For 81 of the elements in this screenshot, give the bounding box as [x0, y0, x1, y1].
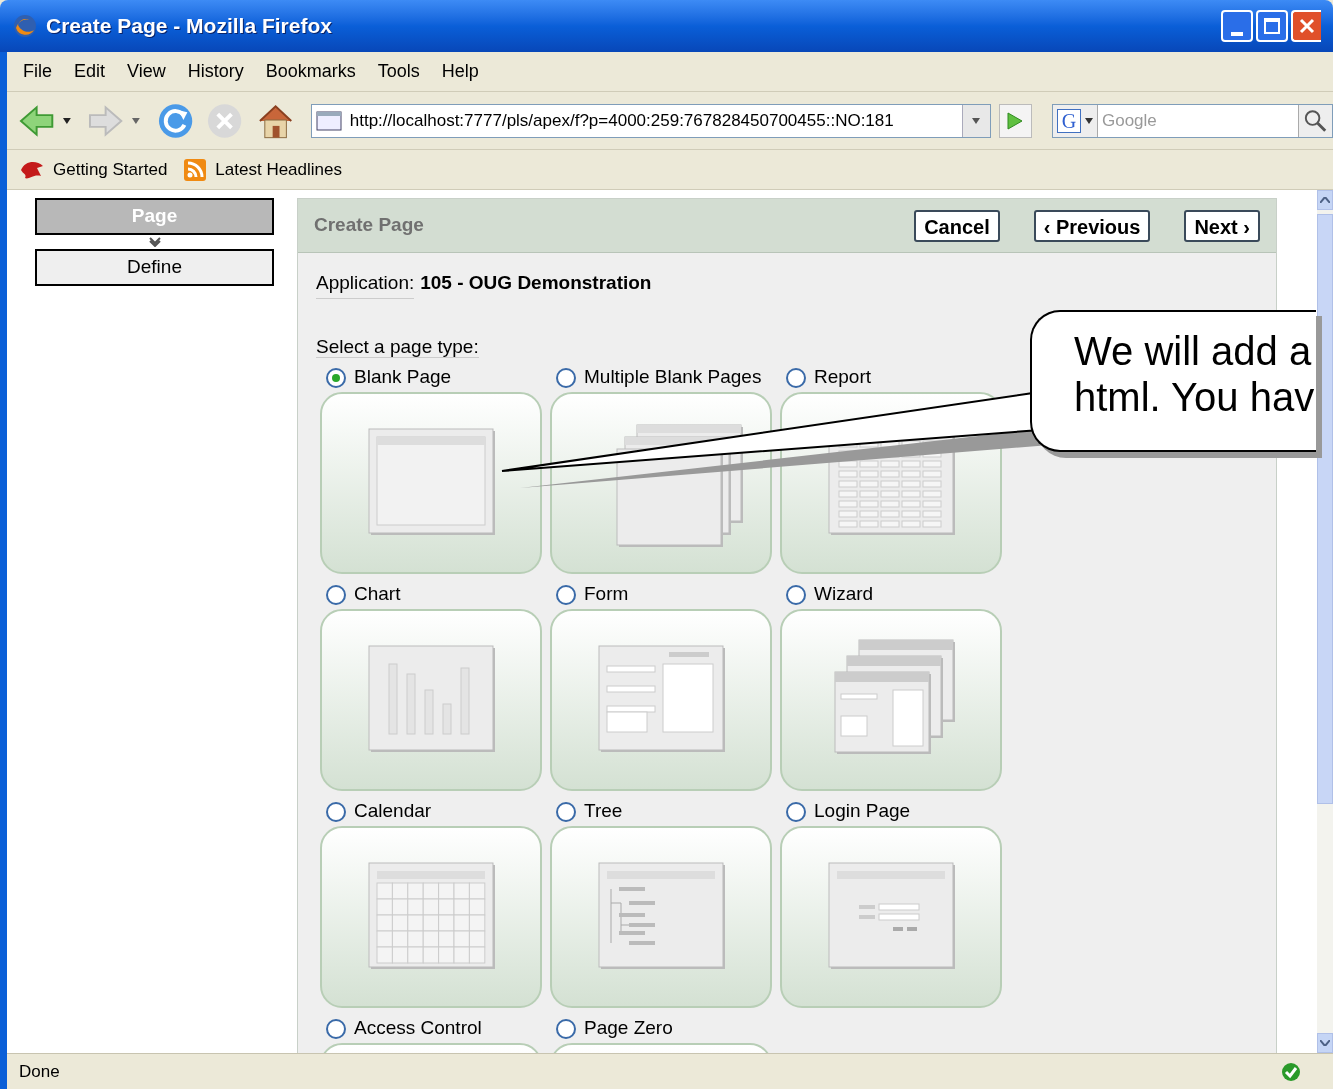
address-dropdown-button[interactable]: [961, 104, 990, 137]
status-text: Done: [19, 1060, 60, 1083]
vertical-scrollbar[interactable]: [1317, 190, 1333, 1053]
chart-bar: [388, 663, 398, 734]
radio-button[interactable]: [556, 367, 576, 388]
page-type-option[interactable]: Wizard: [780, 582, 1010, 607]
application-label: Application:: [316, 269, 415, 299]
radio-button[interactable]: [556, 584, 576, 605]
address-field[interactable]: http://localhost:7777/pls/apex/f?p=4000:259:767828450700455::NO:181: [310, 103, 991, 138]
search-icon[interactable]: [1298, 104, 1332, 137]
page-type-option[interactable]: Multiple Blank Pages: [550, 365, 780, 390]
panel-button[interactable]: ‹ Previous: [1033, 209, 1151, 242]
menu-item[interactable]: File: [23, 58, 52, 85]
page-type-tile[interactable]: [550, 825, 772, 1008]
application-name: 105 - OUG Demonstration: [420, 271, 652, 295]
page-type-option[interactable]: Access Control: [320, 1016, 550, 1041]
chart-bar: [460, 667, 470, 734]
page-type-tile[interactable]: [550, 391, 772, 574]
window-title: Create Page - Mozilla Firefox: [46, 13, 332, 40]
panel-button[interactable]: Cancel: [914, 209, 1000, 242]
caret-icon: [971, 116, 982, 125]
radio-button[interactable]: [556, 1018, 576, 1039]
maximize-button[interactable]: [1256, 10, 1288, 42]
callout-text: We will add a: [1074, 328, 1313, 374]
radio-button[interactable]: [326, 584, 346, 605]
radio-button[interactable]: [786, 584, 806, 605]
menu-item[interactable]: Help: [441, 58, 479, 85]
page-type-tile[interactable]: [320, 391, 542, 574]
radio-button[interactable]: [326, 1018, 346, 1039]
checkmark-icon: [1281, 1061, 1301, 1082]
page-type-tile[interactable]: [320, 825, 542, 1008]
callout-text: html. You hav: [1074, 374, 1316, 420]
radio-button[interactable]: [326, 801, 346, 822]
bookmark-link[interactable]: Getting Started: [53, 156, 168, 183]
chevron-down-icon: [148, 237, 161, 247]
radio-button[interactable]: [786, 367, 806, 388]
page-type-option[interactable]: Form: [550, 582, 780, 607]
page-type-tile[interactable]: [780, 608, 1002, 791]
chart-bar: [406, 673, 416, 734]
address-text: http://localhost:7777/pls/apex/f?p=4000:259:767828450700455::NO:181: [349, 109, 895, 132]
back-arrow-icon[interactable]: [19, 103, 55, 138]
search-engine-logo: G: [1057, 108, 1081, 133]
reload-icon[interactable]: [157, 101, 195, 140]
menu-item[interactable]: View: [127, 58, 166, 85]
page-type-tile[interactable]: [780, 825, 1002, 1008]
menu-item[interactable]: Bookmarks: [265, 58, 356, 85]
browser-logo-icon: [12, 13, 38, 39]
minimize-button[interactable]: [1221, 10, 1253, 42]
page-type-option[interactable]: Page Zero: [550, 1016, 780, 1041]
chart-bar: [424, 689, 434, 734]
radio-button[interactable]: [326, 367, 346, 388]
panel-title: Create Page: [314, 213, 424, 238]
go-button[interactable]: [998, 103, 1032, 138]
search-engine-button[interactable]: G: [1053, 104, 1098, 137]
close-icon: [1299, 18, 1315, 34]
radio-button[interactable]: [786, 801, 806, 822]
radio-button[interactable]: [556, 801, 576, 822]
page-icon: [315, 110, 342, 131]
wizard-step: Define: [35, 249, 274, 286]
page-type-option[interactable]: Chart: [320, 582, 550, 607]
page-type-option[interactable]: Calendar: [320, 799, 550, 824]
menu-item[interactable]: Tools: [377, 58, 420, 85]
play-icon: [1006, 110, 1025, 131]
close-button[interactable]: [1291, 10, 1321, 42]
page-type-prompt: Select a page type:: [316, 336, 479, 358]
page-type-option[interactable]: Tree: [550, 799, 780, 824]
page-type-tile[interactable]: [320, 608, 542, 791]
search-bar[interactable]: G Google: [1052, 103, 1333, 138]
menu-item[interactable]: History: [187, 58, 244, 85]
page-type-option[interactable]: Blank Page: [320, 365, 550, 390]
page-type-option[interactable]: Report: [780, 365, 1010, 390]
chart-bar: [442, 703, 452, 734]
caret-icon: [1085, 117, 1093, 124]
bookmark-link[interactable]: Latest Headlines: [215, 156, 342, 183]
dropdown-caret-icon[interactable]: [62, 116, 73, 125]
rss-feed-icon: [183, 157, 208, 182]
page-type-option[interactable]: Login Page: [780, 799, 1010, 824]
page-type-tile[interactable]: [550, 608, 772, 791]
menu-item[interactable]: Edit: [74, 58, 106, 85]
wizard-step: Page: [35, 198, 274, 235]
panel-button[interactable]: Next ›: [1184, 209, 1260, 242]
